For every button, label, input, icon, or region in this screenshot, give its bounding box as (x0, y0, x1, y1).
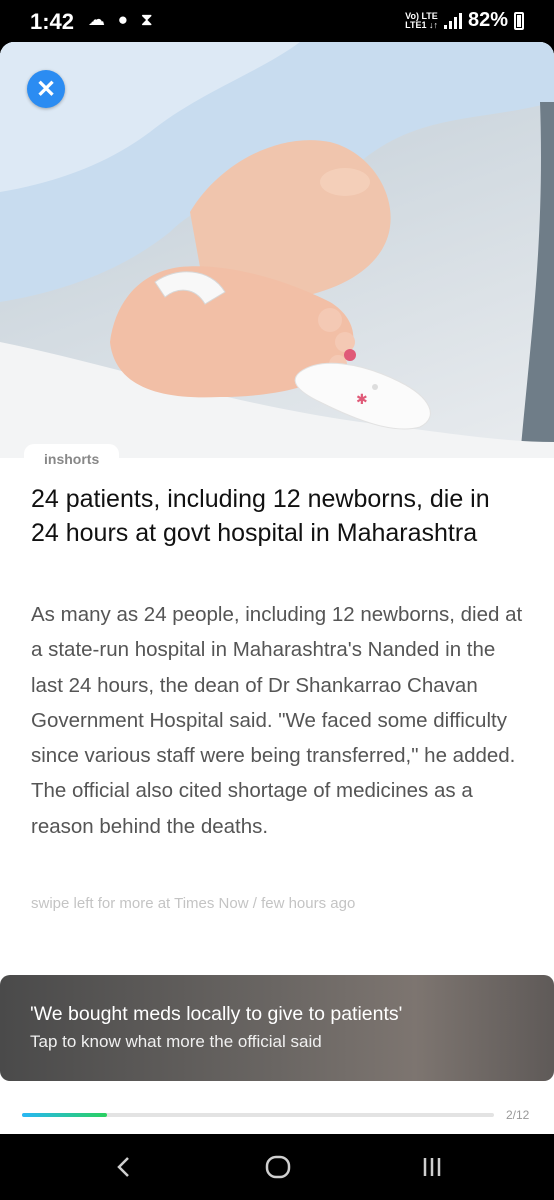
source-tag: inshorts (24, 444, 120, 472)
article-byline[interactable]: swipe left for more at Times Now / few h… (31, 895, 355, 912)
story-progress-count: 2/12 (506, 1108, 530, 1122)
article-screen[interactable]: ✱ ✕ inshorts 24 patients, including 12 n… (0, 42, 554, 1134)
home-icon (265, 1155, 291, 1179)
story-progress-fill (22, 1113, 107, 1117)
related-story-card[interactable]: 'We bought meds locally to give to patie… (0, 975, 554, 1081)
recents-button[interactable] (412, 1152, 452, 1182)
status-time: 1:42 (30, 9, 75, 34)
newborn-feet-illustration: ✱ (0, 42, 554, 458)
messenger-icon: ● (117, 10, 133, 29)
status-bar: 1:42 ☁ ● ⧗ Vo) LTE LTE1 ↓↑ 82% (0, 0, 554, 42)
svg-text:✱: ✱ (356, 392, 368, 408)
close-icon: ✕ (35, 75, 57, 103)
story-progress-bar (22, 1113, 494, 1117)
recents-icon (423, 1158, 441, 1176)
article-summary: As many as 24 people, including 12 newbo… (31, 603, 523, 838)
lte-icon: Vo) LTE LTE1 ↓↑ (405, 10, 438, 30)
battery-icon (514, 11, 524, 30)
related-story-title: 'We bought meds locally to give to patie… (30, 1003, 403, 1025)
signal-icon (443, 12, 462, 29)
battery-percent: 82% (467, 9, 508, 31)
article-image: ✱ ✕ (0, 42, 554, 458)
system-nav-bar (0, 1134, 554, 1200)
status-right: Vo) LTE LTE1 ↓↑ 82% (405, 9, 524, 32)
notification-icon: ☁ (88, 10, 109, 29)
home-button[interactable] (258, 1152, 298, 1182)
status-notification-icons: ☁ ● ⧗ (88, 10, 157, 30)
back-button[interactable] (104, 1152, 144, 1182)
hourglass-icon: ⧗ (140, 10, 157, 29)
back-icon (117, 1157, 129, 1177)
article-headline: 24 patients, including 12 newborns, die … (31, 485, 490, 547)
related-story-subtitle: Tap to know what more the official said (30, 1032, 322, 1051)
close-button[interactable]: ✕ (27, 70, 65, 108)
